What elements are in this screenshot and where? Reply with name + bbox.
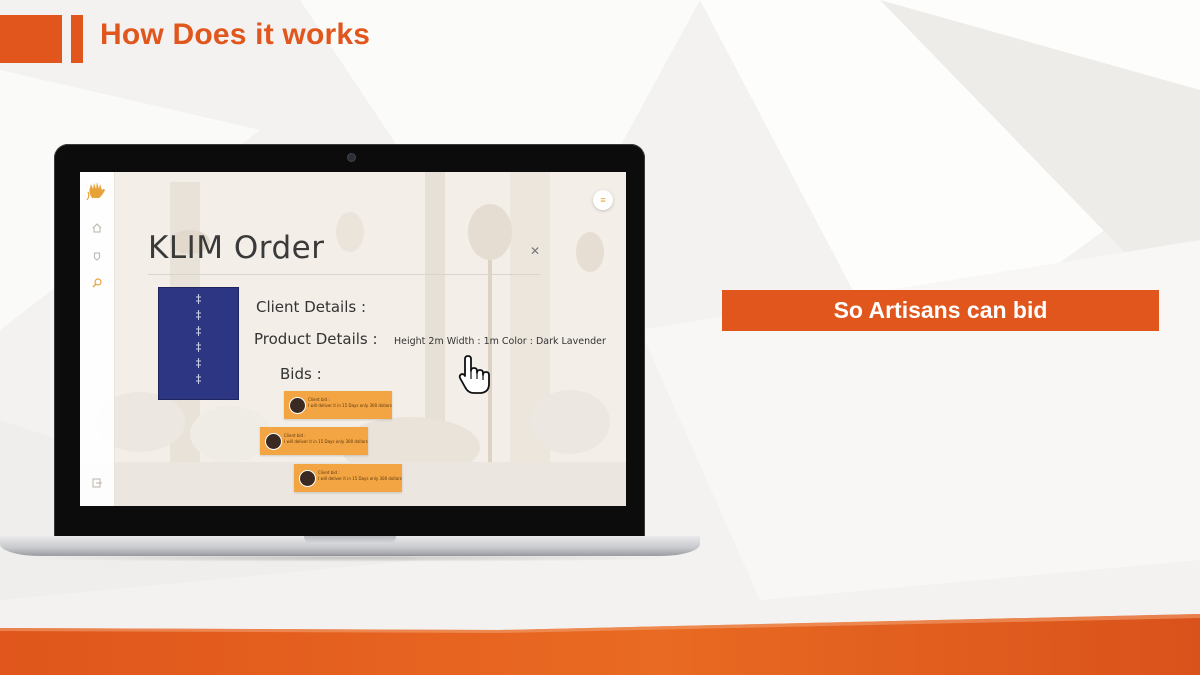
- title-accent-bar: [0, 15, 62, 63]
- app-sidebar: [80, 172, 115, 506]
- laptop-notch: [304, 536, 396, 544]
- rug-motif: [196, 326, 201, 336]
- close-icon[interactable]: ✕: [530, 244, 540, 258]
- client-details-label: Client Details :: [256, 298, 367, 316]
- product-details-label: Product Details :: [254, 330, 378, 348]
- bid-card[interactable]: Client bid : I will deliver it in 15 Day…: [260, 427, 368, 455]
- title-accent-mark: [71, 15, 83, 63]
- bid-name: Client bid :: [284, 433, 306, 438]
- logout-icon[interactable]: [91, 477, 103, 489]
- home-icon[interactable]: [91, 222, 103, 234]
- avatar: [299, 470, 316, 487]
- hand-pointer-icon: [458, 355, 490, 394]
- bottom-orange-band: [0, 614, 1200, 675]
- bids-label: Bids :: [280, 365, 322, 383]
- bid-card[interactable]: Client bid : I will deliver it in 15 Day…: [284, 391, 392, 419]
- laptop-shadow: [20, 554, 680, 562]
- product-details-value: Height 2m Width : 1m Color : Dark Lavend…: [394, 336, 606, 347]
- menu-icon[interactable]: ≡: [593, 190, 613, 210]
- bid-text: I will deliver it in 15 Days only 300 do…: [308, 403, 392, 408]
- bid-name: Client bid :: [318, 470, 340, 475]
- rug-motif: [196, 374, 201, 384]
- avatar: [265, 433, 282, 450]
- rug-motif: [196, 342, 201, 352]
- title-divider: [148, 274, 540, 275]
- rug-motif: [196, 294, 201, 304]
- avatar: [289, 397, 306, 414]
- search-icon[interactable]: [91, 277, 103, 289]
- bid-card[interactable]: Client bid : I will deliver it in 15 Day…: [294, 464, 402, 492]
- pot-icon[interactable]: [91, 250, 103, 262]
- klim-rug-image: [158, 287, 239, 400]
- rug-motif: [196, 358, 201, 368]
- logo-hand-icon[interactable]: [84, 180, 110, 202]
- bid-text: I will deliver it in 15 Days only 300 do…: [318, 476, 402, 481]
- slide-title: How Does it works: [100, 18, 371, 51]
- order-title: KLIM Order: [148, 230, 325, 266]
- bid-text: I will deliver it in 15 Days only 300 do…: [284, 439, 368, 444]
- callout-banner: So Artisans can bid: [722, 290, 1159, 331]
- bid-name: Client bid :: [308, 397, 330, 402]
- laptop-screen: ≡ KLIM Order ✕ Client Details : Product …: [80, 172, 626, 506]
- laptop-camera: [348, 154, 355, 161]
- rug-motif: [196, 310, 201, 320]
